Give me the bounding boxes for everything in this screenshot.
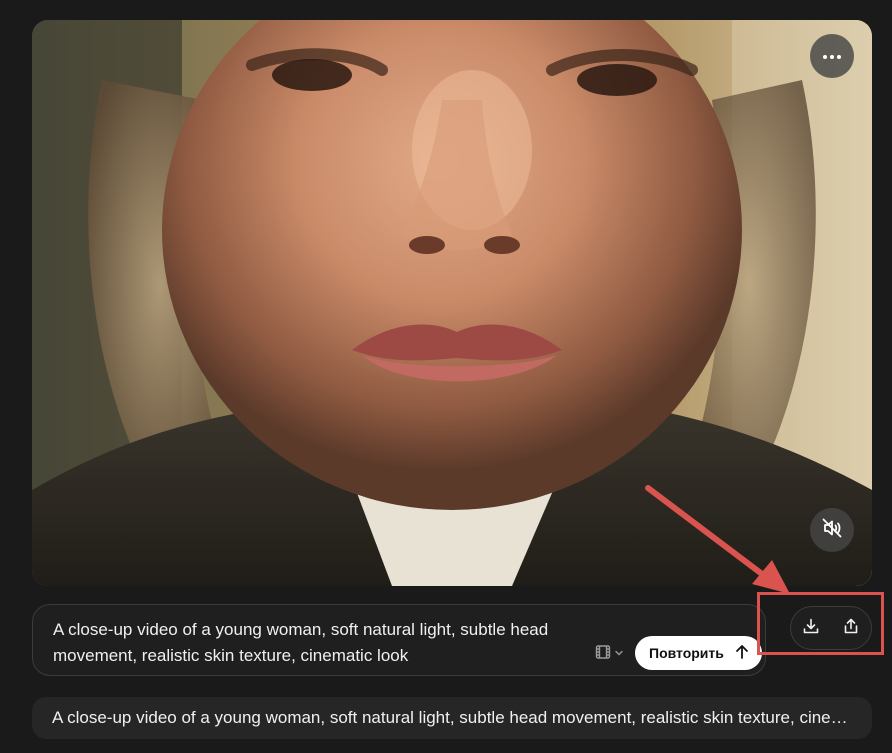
download-icon [802,617,820,640]
share-icon [842,617,860,640]
download-button[interactable] [796,613,826,643]
prompt-text: A close-up video of a young woman, soft … [53,620,549,665]
retry-button-label: Повторить [649,645,724,661]
video-format-selector[interactable] [589,641,633,667]
film-icon [595,644,611,665]
history-item[interactable]: A close-up video of a young woman, soft … [32,697,872,739]
retry-button[interactable]: Повторить [635,636,762,670]
more-options-button[interactable] [810,34,854,78]
more-horizontal-icon [822,47,842,65]
video-frame-portrait [32,20,872,586]
chevron-down-icon [614,645,624,663]
mute-toggle-button[interactable] [810,508,854,552]
share-button[interactable] [836,613,866,643]
arrow-up-icon [734,644,750,663]
video-preview[interactable] [32,20,872,586]
prompt-card: A close-up video of a young woman, soft … [32,604,766,676]
result-actions [790,606,872,650]
volume-muted-icon [820,516,844,545]
history-item-text: A close-up video of a young woman, soft … [52,708,852,727]
